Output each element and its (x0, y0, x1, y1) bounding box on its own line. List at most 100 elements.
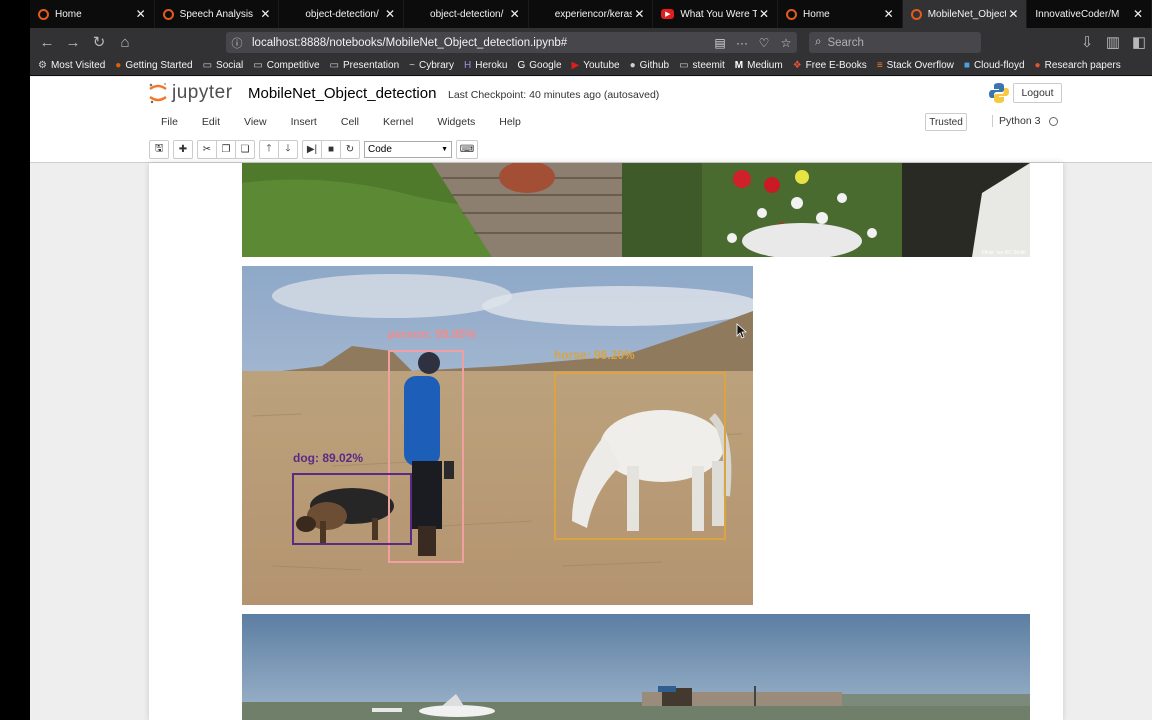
bookmark-github[interactable]: ● Github (630, 60, 670, 71)
home-icon[interactable]: ⌂ (112, 31, 138, 53)
menu-help[interactable]: Help (499, 116, 521, 128)
search-input[interactable]: ⌕ Search (809, 32, 981, 53)
kernel-indicator: Python 3 (992, 115, 1059, 127)
close-icon[interactable]: ✕ (1131, 7, 1145, 21)
jupyter-icon (162, 8, 174, 20)
close-icon[interactable]: ✕ (882, 7, 896, 21)
bookmark-label: Social (216, 60, 244, 71)
kernel-idle-icon (1049, 116, 1059, 126)
bookmark-research-papers[interactable]: ● Research papers (1035, 60, 1121, 71)
logout-button[interactable]: Logout (1013, 83, 1062, 103)
bookmarks-bar: ⚙ Most Visited ● Getting Started ▭ Social ▭… (30, 56, 1152, 76)
cell-type-select[interactable]: Code ▼ (364, 140, 452, 158)
bookmark-cloud-floyd[interactable]: ■ Cloud-floyd (964, 60, 1025, 71)
download-icon[interactable]: ⇩ (1074, 31, 1100, 53)
folder-icon: ▭ (253, 60, 263, 71)
move-up-button[interactable]: 🡑 (259, 139, 279, 159)
close-icon[interactable]: ✕ (258, 7, 272, 21)
sidebar-icon[interactable]: ◧ (1126, 31, 1152, 53)
bookmark-label: Presentation (343, 60, 400, 71)
close-icon[interactable]: ✕ (383, 7, 397, 21)
bookmark-social[interactable]: ▭ Social (203, 60, 244, 71)
copy-icon: ❐ (221, 143, 231, 155)
forward-arrow-icon[interactable]: → (60, 31, 86, 53)
back-arrow-icon[interactable]: ← (34, 31, 60, 53)
restart-icon: ↻ (345, 143, 355, 155)
browser-window: Home ✕ Speech Analysis ✕ object-detectio… (30, 0, 1152, 720)
menu-cell[interactable]: Cell (341, 116, 359, 128)
bookmark-label: steemit (692, 60, 725, 71)
bookmark-label: Most Visited (50, 60, 106, 71)
tab-home-2[interactable]: Home ✕ (778, 0, 903, 28)
tab-experiencor-keras[interactable]: experiencor/keras ✕ (529, 0, 654, 28)
detection-label-dog: dog: 89.02% (293, 451, 364, 465)
close-icon[interactable]: ✕ (757, 7, 771, 21)
tab-innovativecoder[interactable]: InnovativeCoder/M ✕ (1027, 0, 1152, 28)
pocket-icon[interactable]: ♡ (753, 36, 775, 50)
bookmark-stack-overflow[interactable]: ≡ Stack Overflow (877, 60, 954, 71)
menu-widgets[interactable]: Widgets (437, 116, 475, 128)
bookmark-heroku[interactable]: H Heroku (464, 60, 507, 71)
move-down-button[interactable]: 🡓 (278, 139, 298, 159)
cut-button[interactable]: ✂ (197, 139, 217, 159)
run-button[interactable]: ▶| (302, 139, 322, 159)
bookmark-cybrary[interactable]: ~ Cybrary (409, 60, 454, 71)
jupyter-icon (786, 8, 798, 20)
notebook-toolbar: 🖫 ✚ ✂ ❐ ❏ 🡑 🡓 ▶| ■ ↻ Code ▼ ⌨ (149, 139, 478, 159)
search-placeholder: Search (827, 36, 864, 49)
tab-speech-analysis[interactable]: Speech Analysis ✕ (155, 0, 280, 28)
close-icon[interactable]: ✕ (632, 7, 646, 21)
page-actions-icon[interactable]: ··· (731, 36, 753, 50)
close-icon[interactable]: ✕ (508, 7, 522, 21)
bookmark-medium[interactable]: M Medium (735, 60, 783, 71)
command-palette-button[interactable]: ⌨ (456, 139, 478, 159)
bookmark-getting-started[interactable]: ● Getting Started (115, 60, 192, 71)
bookmark-most-visited[interactable]: ⚙ Most Visited (38, 60, 105, 71)
interrupt-button[interactable]: ■ (321, 139, 341, 159)
bookmark-google[interactable]: G Google (518, 60, 562, 71)
bookmark-youtube[interactable]: ▶ Youtube (572, 60, 620, 71)
tab-object-detection-2[interactable]: object-detection/ ✕ (404, 0, 529, 28)
copy-button[interactable]: ❐ (216, 139, 236, 159)
save-button[interactable]: 🖫 (149, 139, 169, 159)
reader-view-icon[interactable]: ▤ (709, 36, 731, 50)
url-text[interactable]: localhost:8888/notebooks/MobileNet_Objec… (248, 37, 709, 49)
url-bar[interactable]: ⓘ localhost:8888/notebooks/MobileNet_Obj… (226, 32, 797, 53)
jupyter-logo[interactable]: jupyter (148, 82, 233, 104)
bookmark-free-ebooks[interactable]: ❖ Free E-Books (793, 60, 867, 71)
menu-insert[interactable]: Insert (291, 116, 317, 128)
tab-mobilenet-active[interactable]: MobileNet_Object ✕ (902, 0, 1028, 28)
insert-cell-button[interactable]: ✚ (173, 139, 193, 159)
tab-home[interactable]: Home ✕ (30, 0, 155, 28)
menu-view[interactable]: View (244, 116, 267, 128)
run-group: ▶| ■ ↻ (302, 139, 360, 159)
image-credit: Flickr: Ian BC Smith (981, 250, 1026, 256)
menu-edit[interactable]: Edit (202, 116, 220, 128)
library-icon[interactable]: ▥ (1100, 31, 1126, 53)
bookmark-competitive[interactable]: ▭ Competitive (253, 60, 319, 71)
bookmark-label: Medium (747, 60, 783, 71)
close-icon[interactable]: ✕ (134, 7, 148, 21)
cell-type-value: Code (368, 143, 392, 155)
restart-button[interactable]: ↻ (340, 139, 360, 159)
bookmark-steemit[interactable]: ▭ steemit (679, 60, 725, 71)
menu-kernel[interactable]: Kernel (383, 116, 413, 128)
bookmark-presentation[interactable]: ▭ Presentation (330, 60, 400, 71)
step-forward-icon: ▶| (306, 143, 318, 155)
stop-icon: ■ (327, 143, 335, 155)
menu-file[interactable]: File (161, 116, 178, 128)
folder-icon: ▭ (202, 60, 213, 71)
info-icon[interactable]: ⓘ (226, 35, 248, 51)
screen: Home ✕ Speech Analysis ✕ object-detectio… (0, 0, 1152, 720)
tab-youtube[interactable]: ▶ What You Were Ta ✕ (653, 0, 779, 28)
bookmark-star-icon[interactable]: ☆ (775, 36, 797, 50)
nav-bar: ← → ↻ ⌂ ⓘ localhost:8888/notebooks/Mobil… (30, 28, 1152, 56)
trusted-badge[interactable]: Trusted (925, 113, 967, 131)
tab-label: object-detection/ (305, 8, 379, 20)
notebook-name[interactable]: MobileNet_Object_detection (248, 85, 436, 102)
blank-icon (537, 8, 549, 20)
tab-object-detection-1[interactable]: object-detection/ ✕ (279, 0, 405, 28)
close-icon[interactable]: ✕ (1006, 7, 1020, 21)
paste-button[interactable]: ❏ (235, 139, 255, 159)
reload-icon[interactable]: ↻ (86, 31, 112, 53)
